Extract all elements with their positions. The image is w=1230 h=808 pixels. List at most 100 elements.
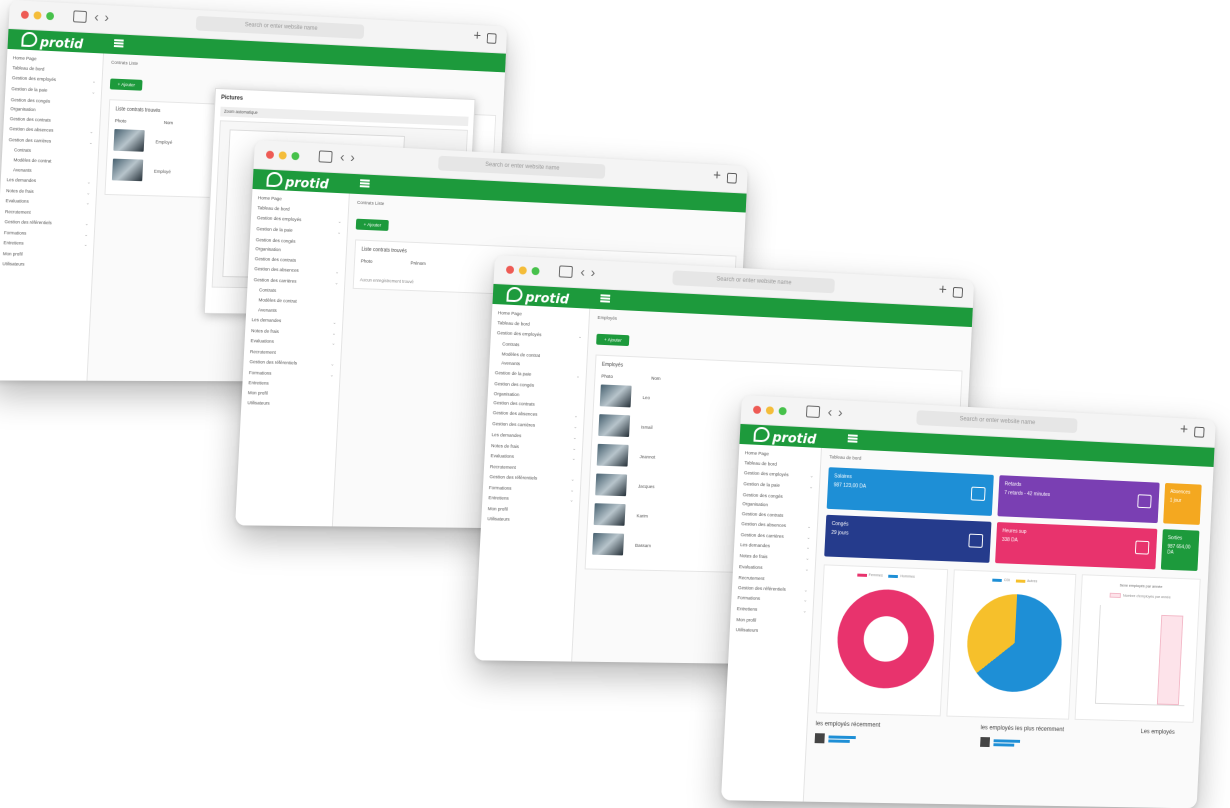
calendar-icon — [1137, 494, 1152, 509]
tabs-overview-icon[interactable] — [952, 286, 964, 298]
chart-legend: Nombre d'employés par année — [1081, 592, 1199, 601]
menu-icon[interactable] — [600, 294, 611, 303]
avatar — [814, 733, 825, 744]
list-item[interactable] — [979, 737, 1132, 750]
employee-lists: les employés récemment les employés les … — [814, 721, 1194, 751]
minimize-icon[interactable] — [278, 151, 287, 160]
contract-pie-chart: CDI Autres — [946, 569, 1077, 720]
stat-card[interactable]: Retards 7 retards - 42 minutes — [997, 475, 1160, 524]
employee-photo — [596, 443, 629, 467]
chart-legend: CDI Autres — [955, 576, 1075, 584]
window-controls[interactable] — [505, 265, 540, 276]
calendar-icon — [968, 533, 984, 548]
address-bar[interactable]: Search or enter website name — [671, 270, 835, 294]
legend-item: Femmes — [856, 573, 883, 578]
tabs-overview-icon[interactable] — [486, 33, 497, 44]
maximize-icon[interactable] — [46, 11, 55, 21]
new-tab-icon[interactable]: + — [938, 281, 947, 298]
close-icon[interactable] — [505, 265, 515, 274]
address-bar[interactable]: Search or enter website name — [437, 155, 606, 179]
close-icon[interactable] — [752, 405, 762, 414]
tabs-overview-icon[interactable] — [726, 172, 737, 184]
list-title: les employés les plus récemment — [980, 725, 1065, 734]
bar[interactable] — [1156, 615, 1184, 706]
brand-logo[interactable]: protid — [266, 171, 329, 193]
legend-item: CDI — [992, 578, 1010, 582]
avatar — [979, 737, 990, 748]
employee-photo — [599, 384, 632, 408]
window-controls[interactable] — [20, 10, 55, 21]
latest-employees-list: les employés les plus récemment — [979, 725, 1132, 750]
minimize-icon[interactable] — [518, 266, 527, 275]
sidebar-item[interactable]: Utilisateurs — [241, 398, 338, 410]
window-controls[interactable] — [752, 405, 787, 416]
calendar-icon — [1134, 540, 1150, 555]
brand-logo[interactable]: protid — [753, 426, 817, 448]
stat-card[interactable]: Congés 29 jours — [824, 514, 992, 563]
maximize-icon[interactable] — [291, 151, 300, 161]
employee-photo — [592, 532, 625, 556]
back-forward-icon[interactable]: ‹› — [827, 404, 849, 421]
add-button[interactable]: + Ajouter — [355, 218, 390, 231]
window-controls[interactable] — [265, 150, 300, 161]
back-forward-icon[interactable]: ‹› — [580, 264, 601, 281]
card-title: Sorties — [1167, 535, 1183, 542]
employee-photo — [111, 158, 144, 182]
maximize-icon[interactable] — [778, 406, 787, 416]
close-icon[interactable] — [20, 10, 29, 19]
add-button[interactable]: + Ajouter — [109, 78, 143, 91]
menu-icon[interactable] — [359, 179, 370, 188]
stat-card[interactable]: Absences 1 jour — [1163, 482, 1202, 525]
sidebar-toggle-icon[interactable] — [805, 405, 821, 419]
tabs-overview-icon[interactable] — [1194, 426, 1205, 438]
close-icon[interactable] — [265, 150, 275, 159]
new-tab-icon[interactable]: + — [1180, 421, 1189, 438]
list-item[interactable] — [814, 733, 971, 746]
recent-employees-list: les employés récemment — [814, 721, 972, 746]
yearly-bar-chart: Sexe employés par année Nombre d'employé… — [1074, 574, 1201, 723]
sidebar-item[interactable]: Utilisateurs — [730, 624, 812, 636]
list-title: Les employés — [1140, 729, 1175, 736]
stat-card[interactable]: Salaires 987 123,00 DA — [826, 467, 994, 516]
card-value: 987 654,00 DA — [1167, 543, 1191, 556]
legend-item: Nombre d'employés par année — [1109, 592, 1171, 600]
sidebar: Home Page Tableau de bord Gestion des em… — [235, 188, 350, 528]
add-button[interactable]: + Ajouter — [596, 333, 630, 347]
pie-slices[interactable] — [965, 592, 1065, 694]
employee-photo — [598, 414, 631, 438]
card-value: 1 jour — [1169, 497, 1182, 504]
stat-card[interactable]: Sorties 987 654,00 DA — [1160, 529, 1200, 571]
new-tab-icon[interactable]: + — [473, 28, 481, 44]
sidebar-toggle-icon[interactable] — [318, 150, 333, 163]
sidebar-item[interactable]: Utilisateurs — [0, 259, 93, 271]
sidebar: Home Page Tableau de bord Gestion des em… — [474, 303, 591, 663]
address-bar[interactable]: Search or enter website name — [195, 15, 365, 40]
legend-item: Autres — [1015, 579, 1037, 583]
back-forward-icon[interactable]: ‹› — [94, 9, 115, 26]
sidebar-item[interactable]: Utilisateurs — [481, 514, 578, 526]
new-tab-icon[interactable]: + — [713, 167, 722, 184]
minimize-icon[interactable] — [765, 406, 775, 415]
donut-slice-femmes[interactable] — [835, 587, 937, 690]
minimize-icon[interactable] — [33, 11, 42, 20]
maximize-icon[interactable] — [531, 266, 540, 276]
charts-row: Femmes Hommes CDI Autres Sexe employés p… — [816, 564, 1201, 723]
dashboard-content: Tableau de bord Salaires 987 123,00 DA Ret… — [804, 448, 1214, 808]
back-forward-icon[interactable]: ‹› — [340, 149, 361, 166]
employee-photo — [593, 503, 626, 526]
menu-icon[interactable] — [113, 39, 124, 48]
sidebar-toggle-icon[interactable] — [558, 265, 573, 278]
bar-plot-area — [1094, 604, 1190, 707]
brand-logo[interactable]: protid — [21, 31, 83, 52]
browser-window-dashboard: ‹› Search or enter website name + protid… — [720, 395, 1216, 808]
menu-icon[interactable] — [847, 434, 858, 443]
sidebar-toggle-icon[interactable] — [72, 10, 87, 23]
employees-list: Les employés — [1140, 729, 1193, 751]
list-title: les employés récemment — [815, 721, 881, 729]
stat-card[interactable]: Heures sup 338 DA — [995, 522, 1158, 570]
card-title: Absences — [1170, 488, 1191, 496]
address-bar[interactable]: Search or enter website name — [916, 410, 1078, 434]
sidebar: Home Page Tableau de bord Gestion des em… — [0, 48, 104, 382]
chart-title: Sexe employés par année — [1119, 582, 1163, 589]
brand-logo[interactable]: protid — [506, 286, 569, 308]
